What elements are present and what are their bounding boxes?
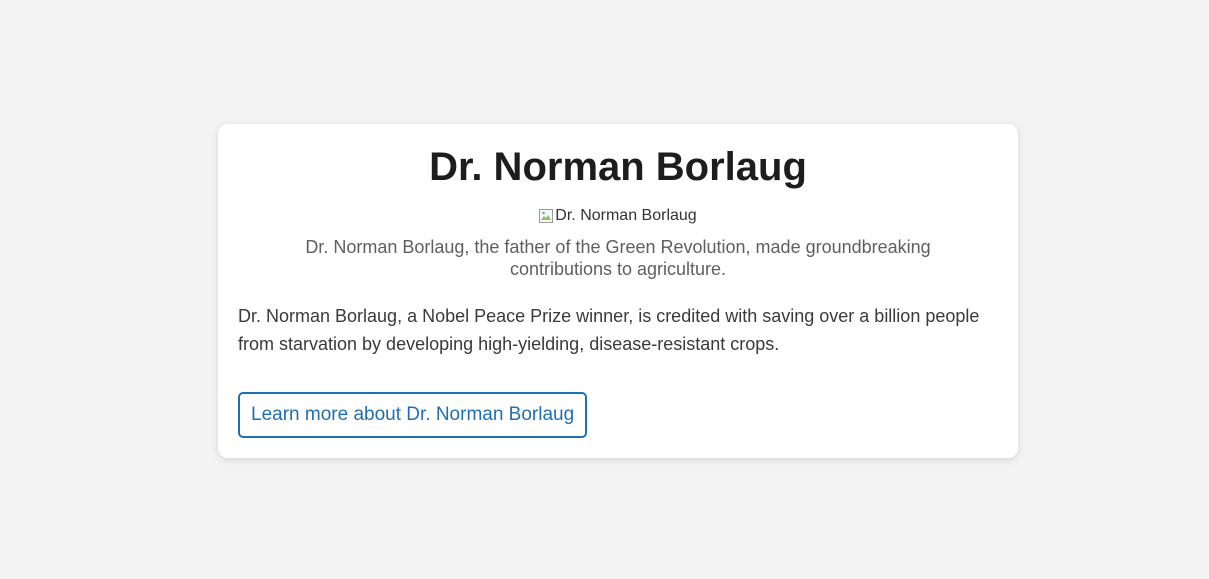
image-alt-text: Dr. Norman Borlaug	[555, 207, 697, 224]
broken-image-icon	[539, 209, 554, 223]
profile-card: Dr. Norman Borlaug Dr. Norman Borlaug Dr…	[218, 124, 1018, 458]
portrait-image: Dr. Norman Borlaug	[238, 206, 998, 226]
page-title: Dr. Norman Borlaug	[429, 145, 807, 189]
learn-more-button[interactable]: Learn more about Dr. Norman Borlaug	[238, 392, 588, 438]
image-caption: Dr. Norman Borlaug, the father of the Gr…	[305, 237, 931, 279]
description-text: Dr. Norman Borlaug, a Nobel Peace Prize …	[238, 306, 980, 354]
